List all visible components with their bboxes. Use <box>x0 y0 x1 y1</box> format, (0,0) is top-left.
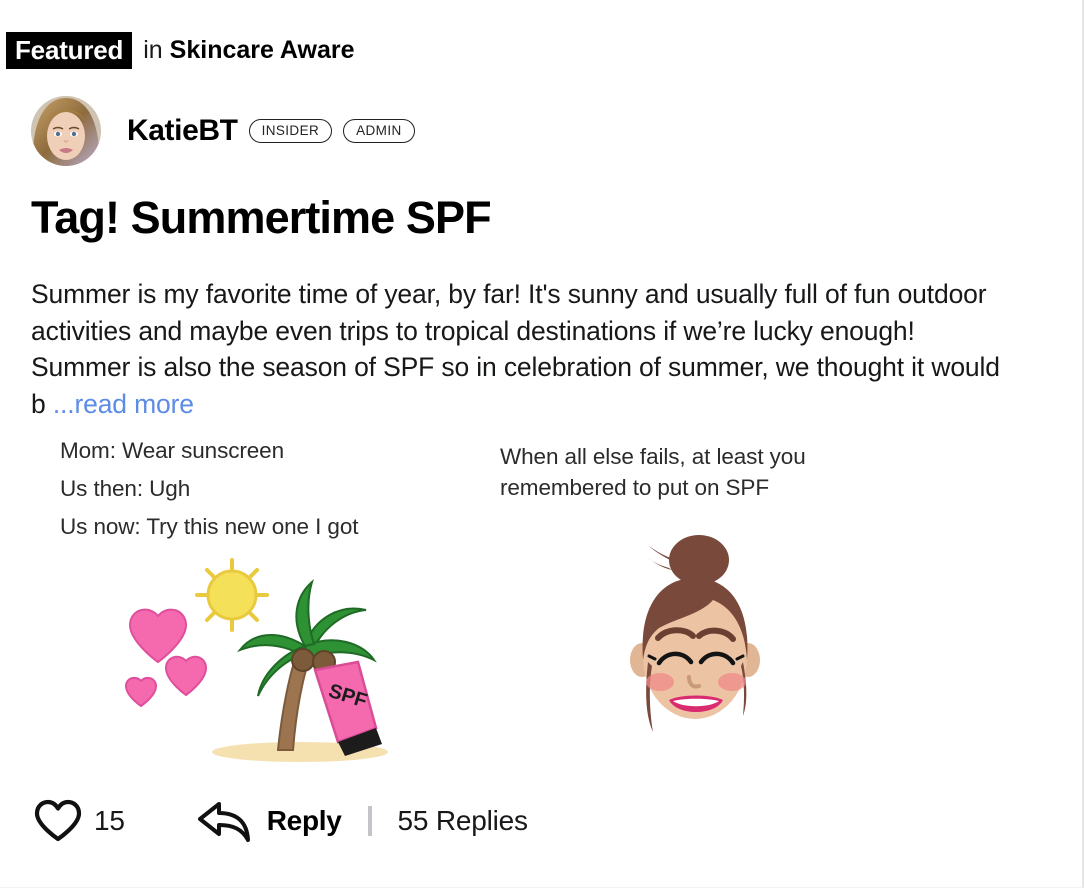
hair-bun-icon <box>669 535 729 585</box>
like-count: 15 <box>94 805 125 836</box>
spf-bottle-icon: SPF <box>313 660 382 756</box>
meme-right-art <box>615 532 775 752</box>
meme-left-art: SPF <box>100 550 390 770</box>
sun-icon <box>195 558 269 632</box>
page-title[interactable]: Tag! Summertime SPF <box>31 193 492 243</box>
blush-icon <box>718 673 746 691</box>
replies-count-link[interactable]: 55 Replies <box>398 805 529 837</box>
featured-in-label: in <box>143 36 163 64</box>
author-name[interactable]: KatieBT <box>127 114 238 148</box>
reply-label: Reply <box>266 805 342 836</box>
featured-header: Featured in Skincare Aware <box>6 32 355 69</box>
meme-left-line-2: Us then: Ugh <box>60 476 191 501</box>
author-badge-insider: INSIDER <box>248 118 333 144</box>
meme-right[interactable]: When all else fails, at least you rememb… <box>500 432 900 732</box>
meme-left-line-3: Us now: Try this new one I got <box>60 514 359 539</box>
post-action-bar: 15 Reply 55 Replies <box>33 795 528 847</box>
hearts-sun-palm-spf-icon: SPF <box>124 558 388 762</box>
reply-button[interactable]: Reply <box>197 798 342 844</box>
reply-arrow-icon <box>197 802 250 842</box>
author-badge-admin: ADMIN <box>343 118 415 144</box>
avatar[interactable] <box>31 96 101 166</box>
meme-left-line-1: Mom: Wear sunscreen <box>60 438 285 463</box>
like-button[interactable]: 15 <box>33 799 125 843</box>
featured-post-card: Featured in Skincare Aware KatieBT INSID… <box>0 0 1084 888</box>
meme-right-text: When all else fails, at least you rememb… <box>500 432 900 503</box>
heart-shape-icon <box>124 608 208 708</box>
post-body: Summer is my favorite time of year, by f… <box>31 276 1009 422</box>
meme-right-line-2: remembered to put on SPF <box>500 475 769 500</box>
smiling-woman-emoji-icon <box>630 535 760 732</box>
read-more-link[interactable]: ...read more <box>53 389 194 419</box>
meme-right-line-1: When all else fails, at least you <box>500 444 806 469</box>
featured-badge: Featured <box>6 32 133 69</box>
heart-outline-icon <box>34 799 82 842</box>
group-name-link[interactable]: Skincare Aware <box>170 36 355 65</box>
action-divider <box>367 806 372 836</box>
blush-icon <box>646 673 674 691</box>
post-attachments: Mom: Wear sunscreen Us then: Ugh Us now:… <box>0 432 1084 782</box>
avatar-photo <box>31 96 101 166</box>
author-row: KatieBT INSIDER ADMIN <box>31 96 415 166</box>
meme-left[interactable]: Mom: Wear sunscreen Us then: Ugh Us now:… <box>60 432 480 762</box>
meme-left-text: Mom: Wear sunscreen Us then: Ugh Us now:… <box>60 432 480 546</box>
